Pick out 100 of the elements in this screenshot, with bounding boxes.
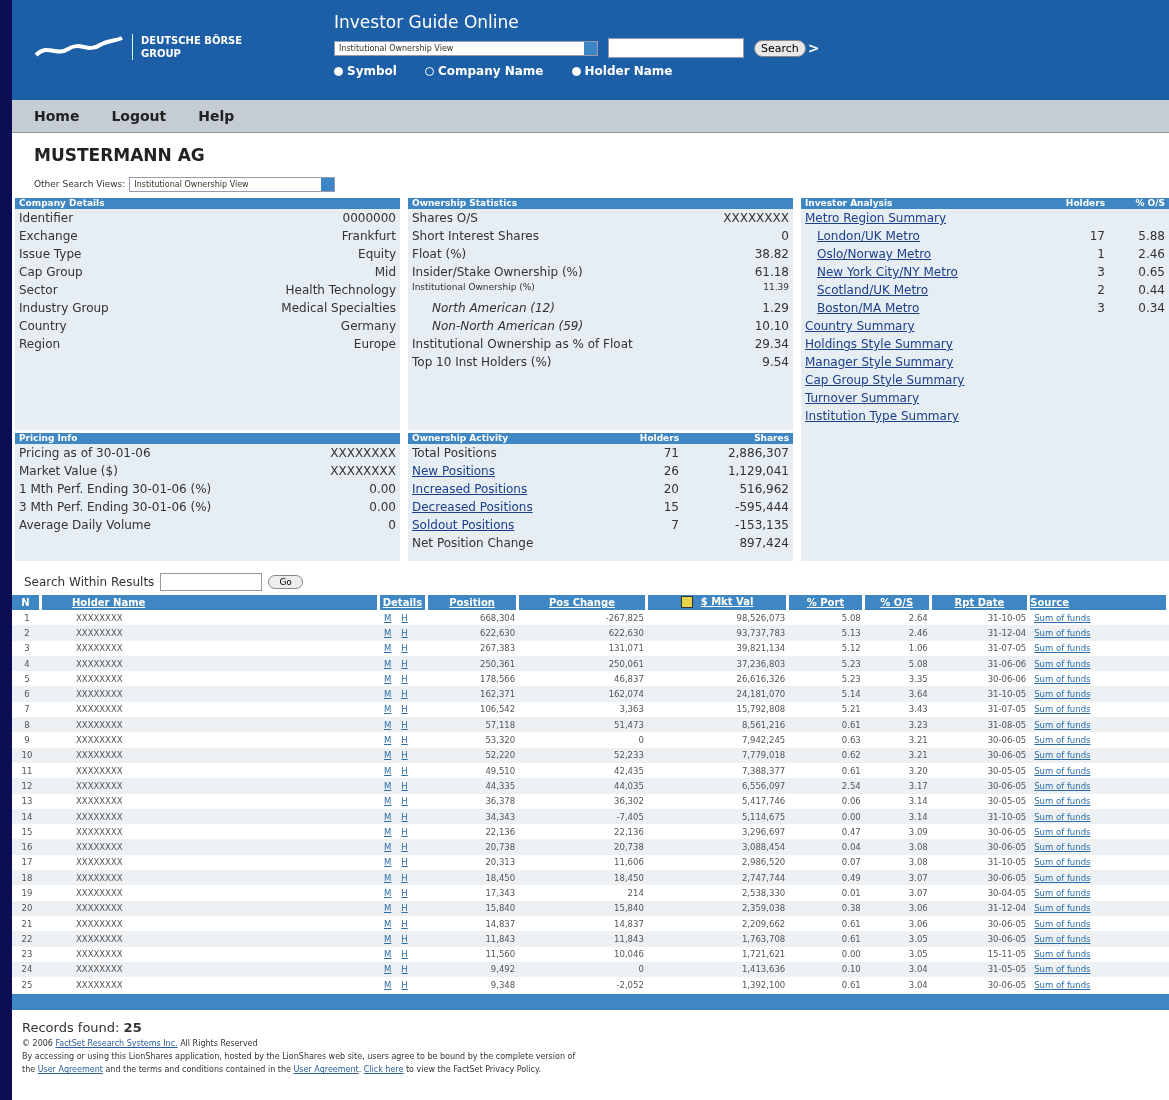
- views-select[interactable]: Institutional Ownership View: [129, 176, 336, 192]
- detail-link[interactable]: H: [401, 979, 408, 990]
- metro-link[interactable]: Oslo/Norway Metro: [817, 245, 1055, 263]
- metro-link[interactable]: Boston/MA Metro: [817, 299, 1055, 317]
- detail-link[interactable]: H: [401, 780, 408, 791]
- source-link[interactable]: Sum of funds: [1034, 765, 1091, 776]
- source-link[interactable]: Sum of funds: [1034, 918, 1091, 929]
- detail-link[interactable]: M: [384, 842, 392, 853]
- detail-link[interactable]: M: [384, 673, 392, 684]
- agreement-link[interactable]: User Agreement: [37, 1065, 103, 1075]
- detail-link[interactable]: H: [401, 964, 408, 975]
- activity-link[interactable]: Increased Positions: [412, 480, 609, 498]
- nav-link[interactable]: Help: [198, 108, 235, 124]
- source-link[interactable]: Sum of funds: [1034, 857, 1091, 868]
- nav-link[interactable]: Home: [34, 108, 80, 124]
- detail-link[interactable]: M: [384, 918, 392, 929]
- view-select[interactable]: Institutional Ownership View: [334, 40, 598, 56]
- metro-link[interactable]: Scotland/UK Metro: [817, 281, 1055, 299]
- search-type-radio[interactable]: Symbol: [334, 64, 397, 78]
- detail-link[interactable]: H: [401, 750, 408, 761]
- agreement-link[interactable]: User Agreement: [293, 1065, 359, 1075]
- search-field[interactable]: [608, 38, 744, 58]
- detail-link[interactable]: M: [384, 612, 392, 623]
- detail-link[interactable]: H: [401, 719, 408, 730]
- detail-link[interactable]: M: [384, 933, 392, 944]
- detail-link[interactable]: M: [384, 811, 392, 822]
- detail-link[interactable]: M: [384, 643, 392, 654]
- detail-link[interactable]: H: [401, 857, 408, 868]
- activity-link[interactable]: Decreased Positions: [412, 498, 609, 516]
- detail-link[interactable]: M: [384, 689, 392, 700]
- detail-link[interactable]: M: [384, 872, 392, 883]
- metro-link[interactable]: London/UK Metro: [817, 227, 1055, 245]
- go-button[interactable]: Go: [268, 575, 303, 589]
- privacy-link[interactable]: Click here: [363, 1065, 404, 1075]
- detail-link[interactable]: M: [384, 826, 392, 837]
- detail-link[interactable]: M: [384, 888, 392, 898]
- detail-link[interactable]: M: [384, 765, 392, 776]
- company-link[interactable]: FactSet Research Systems Inc.: [55, 1039, 178, 1049]
- detail-link[interactable]: M: [384, 704, 392, 715]
- source-link[interactable]: Sum of funds: [1034, 888, 1091, 898]
- detail-link[interactable]: M: [384, 658, 392, 669]
- detail-link[interactable]: H: [401, 872, 408, 883]
- summary-link[interactable]: Country Summary: [805, 317, 915, 335]
- source-link[interactable]: Sum of funds: [1034, 826, 1091, 837]
- detail-link[interactable]: M: [384, 903, 392, 914]
- source-link[interactable]: Sum of funds: [1034, 612, 1091, 623]
- detail-link[interactable]: H: [401, 826, 408, 837]
- detail-link[interactable]: H: [401, 643, 408, 654]
- summary-link[interactable]: Institution Type Summary: [805, 407, 959, 425]
- search-within-field[interactable]: [160, 573, 263, 591]
- search-type-radio[interactable]: Holder Name: [571, 64, 673, 78]
- source-link[interactable]: Sum of funds: [1034, 979, 1091, 990]
- source-link[interactable]: Sum of funds: [1034, 796, 1091, 807]
- detail-link[interactable]: M: [384, 719, 392, 730]
- search-type-radio[interactable]: Company Name: [424, 64, 544, 78]
- source-link[interactable]: Sum of funds: [1034, 673, 1091, 684]
- summary-link[interactable]: Cap Group Style Summary: [805, 371, 965, 389]
- table-cell: 8: [24, 719, 30, 730]
- detail-link[interactable]: H: [401, 704, 408, 715]
- detail-link[interactable]: H: [401, 811, 408, 822]
- detail-link[interactable]: H: [401, 765, 408, 776]
- nav-link[interactable]: Logout: [111, 108, 167, 124]
- detail-link[interactable]: M: [384, 796, 392, 807]
- detail-link[interactable]: H: [401, 949, 408, 960]
- summary-link[interactable]: Manager Style Summary: [805, 353, 954, 371]
- detail-link[interactable]: M: [384, 949, 392, 960]
- detail-link[interactable]: M: [384, 857, 392, 868]
- detail-link[interactable]: M: [384, 979, 392, 990]
- detail-link[interactable]: M: [384, 750, 392, 761]
- source-link[interactable]: Sum of funds: [1034, 643, 1091, 654]
- detail-link[interactable]: M: [384, 735, 392, 745]
- source-link[interactable]: Sum of funds: [1034, 704, 1091, 715]
- source-link[interactable]: Sum of funds: [1034, 735, 1091, 745]
- detail-link[interactable]: H: [401, 918, 408, 929]
- detail-link[interactable]: H: [401, 658, 408, 669]
- detail-link[interactable]: H: [401, 933, 408, 944]
- summary-link[interactable]: Holdings Style Summary: [805, 335, 953, 353]
- detail-link[interactable]: H: [401, 689, 408, 700]
- detail-link[interactable]: M: [384, 627, 392, 638]
- summary-link[interactable]: Turnover Summary: [805, 389, 919, 407]
- detail-link[interactable]: H: [401, 735, 408, 745]
- sort-icon[interactable]: [680, 595, 693, 608]
- activity-link[interactable]: New Positions: [412, 462, 609, 480]
- detail-link[interactable]: H: [401, 888, 408, 898]
- detail-link[interactable]: H: [401, 627, 408, 638]
- column-header[interactable]: Holder Name: [72, 597, 146, 608]
- detail-link[interactable]: H: [401, 796, 408, 807]
- detail-link[interactable]: M: [384, 964, 392, 975]
- detail-link[interactable]: H: [401, 612, 408, 623]
- go-arrow[interactable]: >: [807, 40, 820, 56]
- summary-link[interactable]: Metro Region Summary: [805, 209, 947, 227]
- detail-link[interactable]: M: [384, 780, 392, 791]
- table-cell: 30-06-05: [987, 750, 1027, 761]
- source-link[interactable]: Sum of funds: [1034, 949, 1091, 960]
- detail-link[interactable]: H: [401, 673, 408, 684]
- metro-link[interactable]: New York City/NY Metro: [817, 263, 1055, 281]
- detail-link[interactable]: H: [401, 903, 408, 914]
- detail-link[interactable]: H: [401, 842, 408, 853]
- activity-link[interactable]: Soldout Positions: [412, 516, 609, 534]
- search-button[interactable]: Search: [754, 39, 806, 57]
